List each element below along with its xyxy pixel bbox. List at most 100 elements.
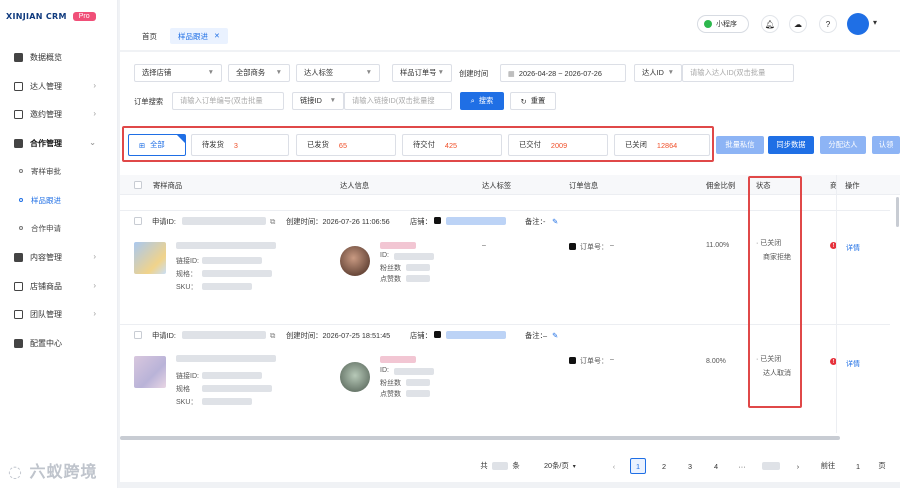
date-range-picker[interactable]: ▦ 2026-04-28 ~ 2026-07-26 xyxy=(500,64,626,82)
detail-link[interactable]: 详情 xyxy=(846,359,860,369)
status-tab-count: 12864 xyxy=(656,140,678,150)
tiktok-icon xyxy=(434,217,441,224)
vertical-scrollbar[interactable] xyxy=(896,197,899,227)
sidebar-item-team[interactable]: 团队管理 › xyxy=(0,304,118,324)
talent-tag-select[interactable]: 达人标签 ▼ xyxy=(296,64,380,82)
store-select[interactable]: 选择店铺 ▼ xyxy=(134,64,222,82)
page-suffix: 页 xyxy=(878,461,886,470)
horizontal-scrollbar[interactable] xyxy=(120,436,840,440)
close-icon[interactable]: ✕ xyxy=(214,32,220,40)
total-count-redacted xyxy=(492,462,508,470)
download-icon[interactable]: ☁ xyxy=(789,15,807,33)
search-button[interactable]: ⌕ 搜索 xyxy=(460,92,504,110)
link-id-input[interactable]: 请输入链接ID(双击批量搜 xyxy=(344,92,452,110)
search-button-label: 搜索 xyxy=(478,96,494,105)
assign-talent-button[interactable]: 分配达人 xyxy=(820,136,866,154)
next-page-button[interactable]: › xyxy=(790,458,806,474)
store-name-redacted[interactable] xyxy=(446,331,506,339)
detail-link[interactable]: 详情 xyxy=(846,243,860,253)
reset-button[interactable]: ↻ 重置 xyxy=(510,92,556,110)
goto-label: 前往 xyxy=(820,461,836,470)
chevron-right-icon: › xyxy=(93,109,96,118)
column-divider xyxy=(836,175,837,433)
col-header: 状态 xyxy=(756,181,771,190)
sidebar-item-config[interactable]: 配置中心 xyxy=(0,333,118,353)
claim-button[interactable]: 认领 xyxy=(872,136,900,154)
store-label: 店铺： xyxy=(410,331,432,340)
status-text: · 已关闭 xyxy=(756,240,782,247)
prev-page-button[interactable]: ‹ xyxy=(606,458,622,474)
store-label: 店铺： xyxy=(410,217,432,226)
reset-icon: ↻ xyxy=(520,96,527,106)
order-input[interactable]: 请输入订单编号(双击批量 xyxy=(172,92,284,110)
sidebar-item-cooperation[interactable]: 合作管理 ⌄ xyxy=(0,133,118,153)
sidebar-item-store[interactable]: 店铺商品 › xyxy=(0,276,118,296)
sidebar-item-label: 达人管理 xyxy=(30,81,62,91)
page-1[interactable]: 1 xyxy=(630,458,646,474)
tab-home[interactable]: 首页 xyxy=(134,28,165,44)
apply-id-redacted xyxy=(182,331,266,339)
likes-label: 点赞数 xyxy=(380,276,401,283)
last-page-redacted[interactable] xyxy=(762,462,780,470)
product-thumbnail xyxy=(134,242,166,274)
status-tab-count: 65 xyxy=(338,140,348,150)
likes-label: 点赞数 xyxy=(380,391,401,398)
sku-redacted xyxy=(202,283,252,290)
sidebar-item-label: 团队管理 xyxy=(30,309,62,319)
help-icon[interactable]: ? xyxy=(819,15,837,33)
sidebar-item-talent[interactable]: 达人管理 › xyxy=(0,76,118,96)
page-ellipsis[interactable]: ··· xyxy=(734,458,750,474)
edit-icon[interactable]: ✎ xyxy=(552,217,558,226)
products-select[interactable]: 全部商务 ▼ xyxy=(228,64,290,82)
apply-id-label: 申请ID: xyxy=(152,217,176,226)
sidebar-item-content[interactable]: 内容管理 › xyxy=(0,247,118,267)
goto-input[interactable]: 1 xyxy=(850,458,866,474)
products-select-value: 全部商务 xyxy=(236,68,266,77)
order-placeholder: 请输入订单编号(双击批量 xyxy=(180,96,263,105)
status-tab-pending-ship[interactable]: 待发货 3 xyxy=(191,134,289,156)
edit-icon[interactable]: ✎ xyxy=(552,331,558,340)
status-cell: · 已关闭 达人取消 xyxy=(756,353,791,381)
row-checkbox[interactable] xyxy=(134,217,142,225)
apply-id-label: 申请ID: xyxy=(152,331,176,340)
status-tab-pending-delivery[interactable]: 待交付 425 xyxy=(402,134,502,156)
sidebar: XINJIAN CRM Pro 数据概览 达人管理 › 邀约管理 › 合作管理 … xyxy=(0,0,118,488)
status-tab-closed[interactable]: 已关闭 12864 xyxy=(614,134,710,156)
store-name-redacted[interactable] xyxy=(446,217,506,225)
product-name-redacted xyxy=(176,355,276,362)
page-2[interactable]: 2 xyxy=(656,458,672,474)
talent-id-select[interactable]: 达人ID ▼ xyxy=(634,64,682,82)
page-3[interactable]: 3 xyxy=(682,458,698,474)
sidebar-subitem-sample-followup[interactable]: 样品跟进 xyxy=(0,191,118,209)
sample-order-select-value: 样品订单号 xyxy=(400,68,437,77)
row-checkbox[interactable] xyxy=(134,331,142,339)
copy-icon[interactable]: ⧉ xyxy=(270,217,275,227)
sidebar-item-invite[interactable]: 邀约管理 › xyxy=(0,104,118,124)
store-icon xyxy=(14,281,23,291)
batch-message-button[interactable]: 批量私信 xyxy=(716,136,764,154)
sidebar-subitem-sample-approval[interactable]: 寄样审批 xyxy=(0,162,118,180)
reset-button-label: 重置 xyxy=(530,96,546,105)
page-4[interactable]: 4 xyxy=(708,458,724,474)
status-tab-all[interactable]: ⊞ 全部 xyxy=(128,134,186,156)
select-all-checkbox[interactable] xyxy=(134,181,142,189)
table-row-header: 申请ID: ⧉ 创建时间：2026-07-26 11:06:56 店铺： 备注：… xyxy=(120,210,890,230)
link-id-select[interactable]: 链接ID ▼ xyxy=(292,92,344,110)
bell-icon[interactable]: 🔔︎ xyxy=(761,15,779,33)
mini-program-button[interactable]: 小程序 xyxy=(697,15,749,33)
tab-sample-followup[interactable]: 样品跟进 ✕ xyxy=(170,28,228,44)
page-size-select[interactable]: 20条/页 ▾ xyxy=(544,458,576,474)
avatar[interactable] xyxy=(847,13,869,35)
chevron-down-icon: ▼ xyxy=(207,69,214,76)
caret-down-icon[interactable]: ▾ xyxy=(873,18,877,27)
calendar-icon: ▦ xyxy=(508,68,515,78)
sample-order-select[interactable]: 样品订单号 ▼ xyxy=(392,64,452,82)
status-tab-delivered[interactable]: 已交付 2009 xyxy=(508,134,608,156)
sidebar-item-overview[interactable]: 数据概览 xyxy=(0,47,118,67)
talent-id-input[interactable]: 请输入达人ID(双击批量 xyxy=(682,64,794,82)
copy-icon[interactable]: ⧉ xyxy=(270,331,275,341)
status-tab-shipped[interactable]: 已发货 65 xyxy=(296,134,396,156)
sidebar-subitem-cooperation-apply[interactable]: 合作申请 xyxy=(0,219,118,237)
sync-data-button[interactable]: 同步数据 xyxy=(768,136,814,154)
sidebar-item-label: 合作管理 xyxy=(30,138,62,148)
